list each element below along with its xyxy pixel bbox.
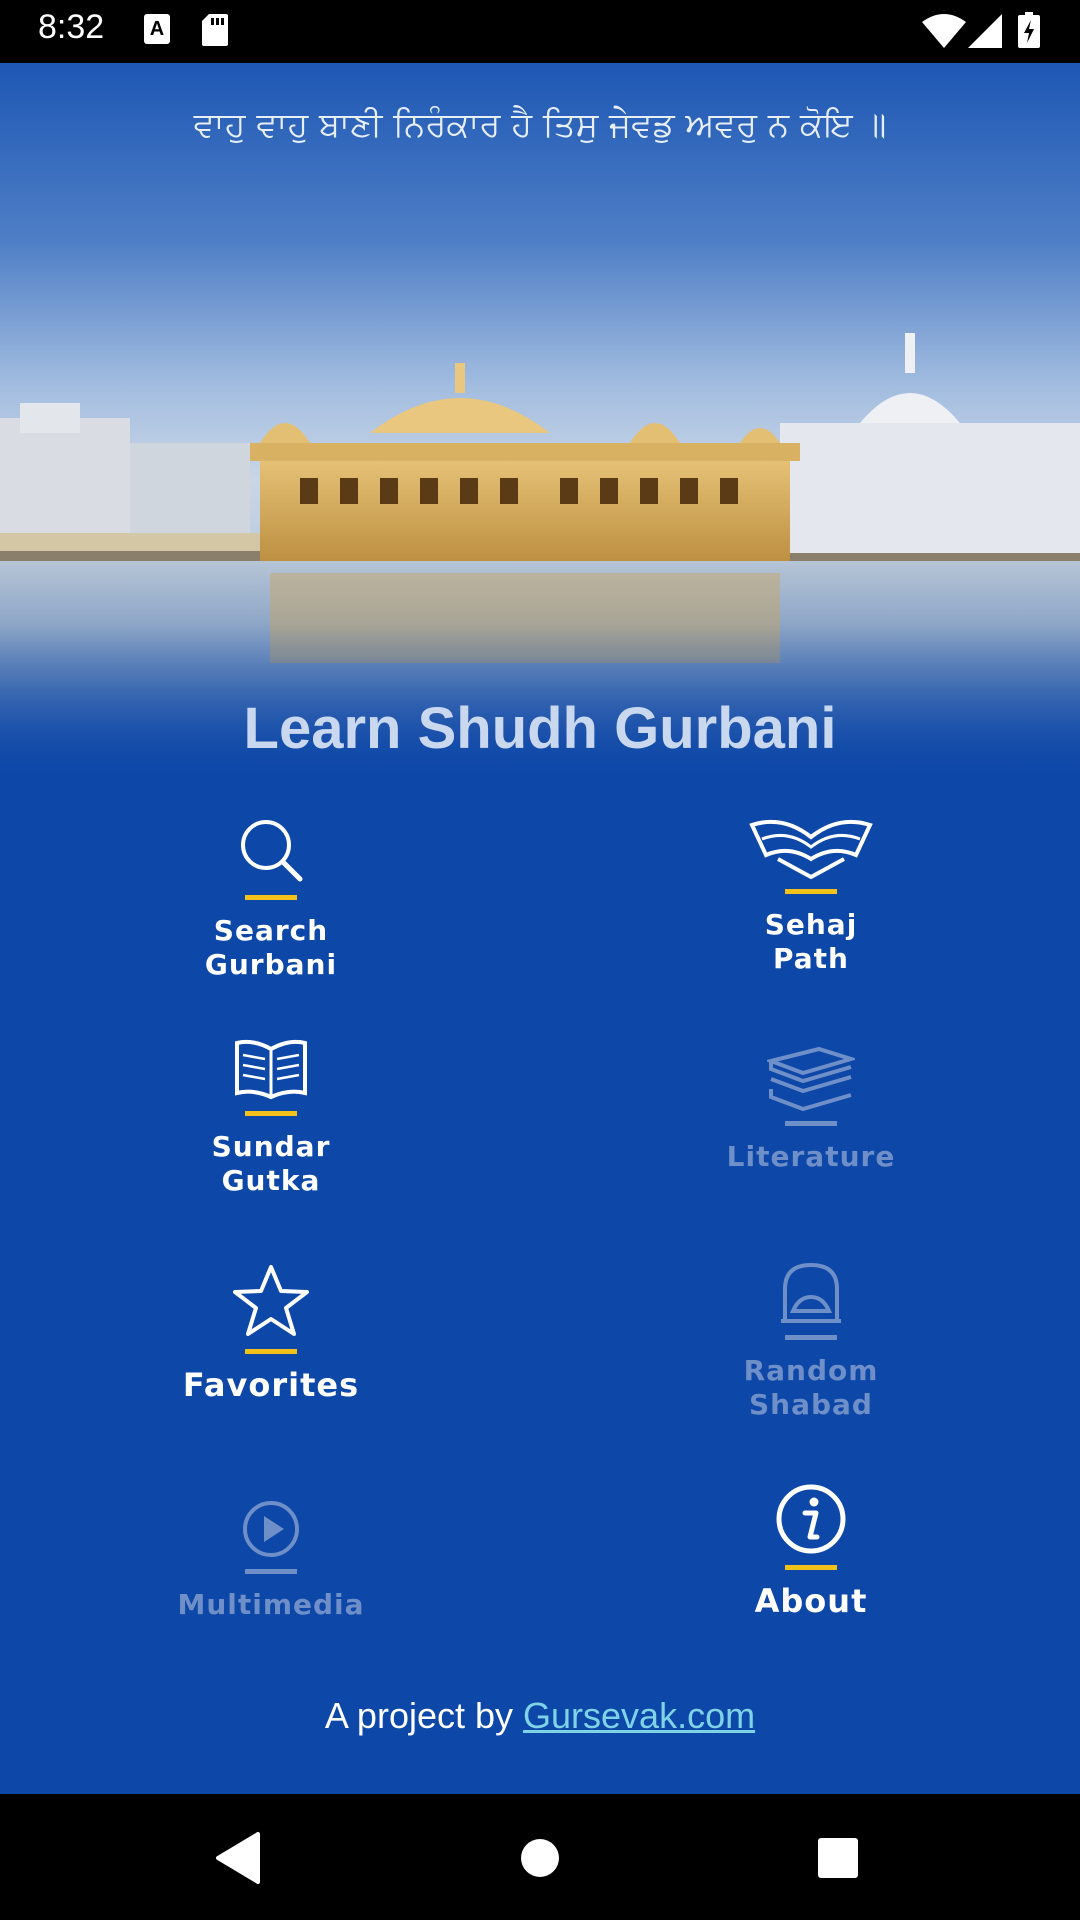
a-notification-icon: A <box>144 14 170 44</box>
search-gurbani-button[interactable]: Search Gurbani <box>121 815 421 982</box>
status-bar: 8:32 A <box>0 0 1080 63</box>
footer-text: A project by <box>324 1695 524 1736</box>
underline <box>245 1349 297 1354</box>
menu-label: Multimedia <box>177 1588 365 1621</box>
menu-label: Search Gurbani <box>204 914 338 981</box>
navigation-bar <box>0 1794 1080 1920</box>
back-icon[interactable] <box>208 1830 268 1886</box>
menu-label: Sehaj Path <box>764 908 858 975</box>
search-icon <box>241 820 303 882</box>
wifi-icon <box>922 14 966 48</box>
status-time: 8:32 <box>38 8 105 46</box>
app-screen: ਵਾਹੁ ਵਾਹੁ ਬਾਣੀ ਨਿਰੰਕਾਰ ਹੈ ਤਿਸੁ ਜੇਵਡੁ ਅਵਰ… <box>0 63 1080 1794</box>
open-book-icon <box>749 819 873 879</box>
app-title: Learn Shudh Gurbani <box>243 696 837 761</box>
books-stack-icon <box>767 1046 855 1111</box>
golden-temple-image <box>0 63 1080 783</box>
sd-card-icon <box>202 14 228 46</box>
underline <box>785 889 837 894</box>
shrine-icon <box>781 1262 841 1323</box>
cell-signal-icon <box>968 14 1002 48</box>
sundar-gutka-button[interactable]: Sundar Gutka <box>121 1037 421 1198</box>
underline <box>785 1121 837 1126</box>
info-icon <box>776 1484 846 1554</box>
literature-button[interactable]: Literature <box>661 1045 961 1174</box>
recents-icon[interactable] <box>808 1830 868 1886</box>
menu-label: Random Shabad <box>743 1354 879 1421</box>
footer: A project by Gursevak.com <box>0 1695 1080 1737</box>
menu-label: Sundar Gutka <box>211 1130 331 1197</box>
random-shabad-button[interactable]: Random Shabad <box>661 1261 961 1422</box>
menu-label: Favorites <box>182 1366 360 1404</box>
favorites-button[interactable]: Favorites <box>121 1263 421 1402</box>
about-button[interactable]: About <box>661 1483 961 1618</box>
gurbani-verse: ਵਾਹੁ ਵਾਹੁ ਬਾਣੀ ਨਿਰੰਕਾਰ ਹੈ ਤਿਸੁ ਜੇਵਡੁ ਅਵਰ… <box>193 105 887 145</box>
star-icon <box>233 1265 309 1336</box>
gursevak-link[interactable]: Gursevak.com <box>523 1695 755 1736</box>
play-icon <box>243 1501 299 1557</box>
menu-label: Literature <box>726 1140 896 1173</box>
sehaj-path-button[interactable]: Sehaj Path <box>661 815 961 976</box>
book-icon <box>235 1039 307 1100</box>
menu-label: About <box>754 1582 868 1620</box>
home-icon[interactable] <box>510 1830 570 1886</box>
underline <box>785 1335 837 1340</box>
battery-icon <box>1018 12 1040 48</box>
underline <box>785 1565 837 1570</box>
underline <box>245 1569 297 1574</box>
multimedia-button[interactable]: Multimedia <box>121 1499 421 1622</box>
underline <box>245 895 297 900</box>
underline <box>245 1111 297 1116</box>
